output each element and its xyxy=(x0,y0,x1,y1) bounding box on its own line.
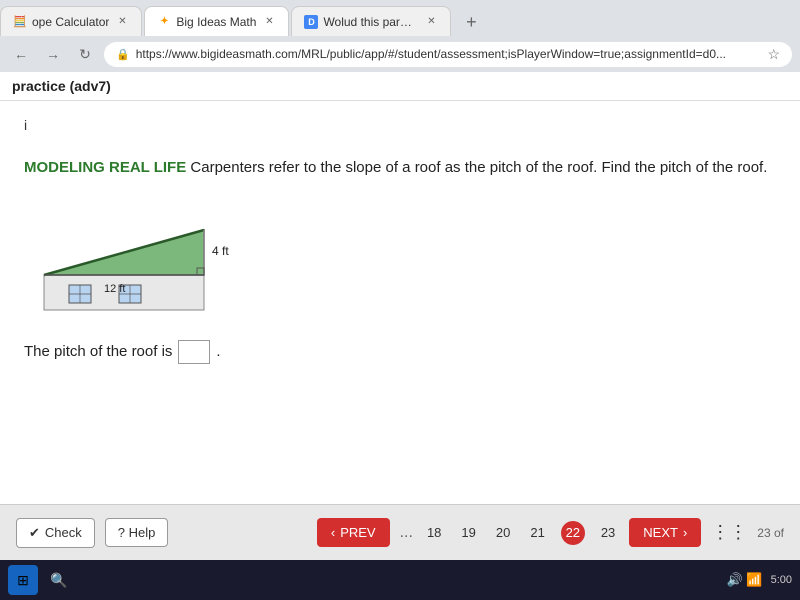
page-num-21[interactable]: 21 xyxy=(526,523,548,542)
tab-label-calculator: ope Calculator xyxy=(32,15,109,29)
ellipsis: ... xyxy=(400,524,413,542)
grid-icon[interactable]: ⋮⋮ xyxy=(711,522,747,543)
browser-chrome: 🧮 ope Calculator ✕ ✦ Big Ideas Math ✕ D … xyxy=(0,0,800,72)
taskbar-time: 5:00 xyxy=(771,574,792,586)
prev-button[interactable]: ‹ PREV xyxy=(317,518,390,547)
back-button[interactable]: ← xyxy=(8,41,34,67)
check-icon: ✔ xyxy=(29,525,40,541)
tab-favicon-doc: D xyxy=(304,15,318,29)
question-body: Carpenters refer to the slope of a roof … xyxy=(186,159,767,176)
tab-favicon-calc: 🧮 xyxy=(13,15,27,29)
prev-label: PREV xyxy=(340,525,375,540)
windows-taskbar: ⊞ 🔍 🔊 📶 5:00 xyxy=(0,560,800,600)
tab-paragraph[interactable]: D Wolud this paragraph be a com: ✕ xyxy=(291,6,451,36)
next-label: NEXT xyxy=(643,525,678,540)
answer-suffix: . xyxy=(216,343,220,360)
tab-label-paragraph: Wolud this paragraph be a com: xyxy=(323,15,418,29)
page-num-23[interactable]: 23 xyxy=(597,523,619,542)
help-button[interactable]: ? Help xyxy=(105,518,169,547)
svg-text:12 ft: 12 ft xyxy=(104,283,125,295)
next-button[interactable]: NEXT › xyxy=(629,518,701,547)
reload-button[interactable]: ↻ xyxy=(72,41,98,67)
roof-illustration: 4 ft 12 ft xyxy=(34,200,254,320)
tab-close-calculator[interactable]: ✕ xyxy=(115,15,129,29)
address-bar[interactable]: 🔒 https://www.bigideasmath.com/MRL/publi… xyxy=(104,42,792,67)
answer-input-box[interactable] xyxy=(178,340,210,364)
page-indicator: 23 of xyxy=(757,526,784,540)
taskbar-icons: 🔊 📶 xyxy=(727,572,763,588)
check-label: Check xyxy=(45,525,82,540)
bookmark-icon[interactable]: ☆ xyxy=(767,46,780,63)
tab-bar: 🧮 ope Calculator ✕ ✦ Big Ideas Math ✕ D … xyxy=(0,0,800,36)
page-num-22[interactable]: 22 xyxy=(561,521,585,545)
address-bar-row: ← → ↻ 🔒 https://www.bigideasmath.com/MRL… xyxy=(0,36,800,72)
prev-chevron-icon: ‹ xyxy=(331,525,335,540)
main-content: i MODELING REAL LIFE Carpenters refer to… xyxy=(0,101,800,504)
tab-favicon-bigideas: ✦ xyxy=(157,15,171,29)
tab-label-bigideas: Big Ideas Math xyxy=(176,15,256,29)
lock-icon: 🔒 xyxy=(116,48,130,61)
page-title: practice (adv7) xyxy=(12,78,111,94)
page-num-20[interactable]: 20 xyxy=(492,523,514,542)
page-header: practice (adv7) xyxy=(0,72,800,101)
tab-close-paragraph[interactable]: ✕ xyxy=(424,15,438,29)
search-taskbar-icon[interactable]: 🔍 xyxy=(44,565,74,595)
answer-row: The pitch of the roof is . xyxy=(24,340,776,364)
taskbar-right: 🔊 📶 5:00 xyxy=(727,572,792,588)
modeling-label: MODELING REAL LIFE xyxy=(24,159,186,176)
roof-diagram: 4 ft 12 ft xyxy=(34,200,254,320)
help-label: ? Help xyxy=(118,525,156,540)
answer-prefix: The pitch of the roof is xyxy=(24,343,172,360)
tab-close-bigideas[interactable]: ✕ xyxy=(262,15,276,29)
page-numbers: 18 19 20 21 22 23 xyxy=(423,521,619,545)
start-button[interactable]: ⊞ xyxy=(8,565,38,595)
page-num-18[interactable]: 18 xyxy=(423,523,445,542)
question-text: MODELING REAL LIFE Carpenters refer to t… xyxy=(24,157,776,180)
next-chevron-icon: › xyxy=(683,525,687,540)
new-tab-button[interactable]: + xyxy=(457,8,485,36)
check-button[interactable]: ✔ Check xyxy=(16,518,95,548)
svg-text:4 ft: 4 ft xyxy=(212,244,229,258)
tab-bigideasmath[interactable]: ✦ Big Ideas Math ✕ xyxy=(144,6,289,36)
bottom-nav-bar: ✔ Check ? Help ‹ PREV ... 18 19 20 21 22… xyxy=(0,504,800,560)
forward-button[interactable]: → xyxy=(40,41,66,67)
address-text: https://www.bigideasmath.com/MRL/public/… xyxy=(136,47,762,61)
page-num-19[interactable]: 19 xyxy=(457,523,479,542)
tab-calculator[interactable]: 🧮 ope Calculator ✕ xyxy=(0,6,142,36)
question-number: i xyxy=(24,117,776,133)
